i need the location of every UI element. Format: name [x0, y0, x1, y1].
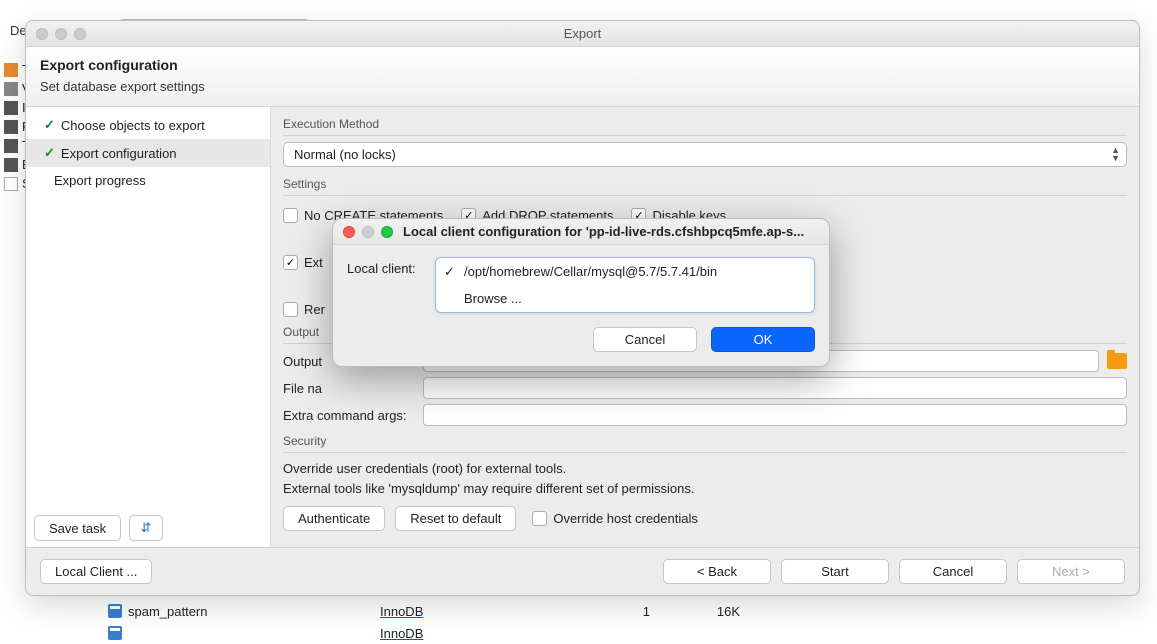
table-icon: [108, 604, 122, 618]
authenticate-button[interactable]: Authenticate: [283, 506, 385, 531]
check-label: Override host credentials: [553, 511, 698, 526]
popup-traffic-lights[interactable]: [343, 226, 393, 238]
header-title: Export configuration: [40, 57, 1125, 73]
exec-method-label: Execution Method: [283, 117, 1127, 131]
step-export-progress[interactable]: Export progress: [26, 167, 270, 194]
save-task-button[interactable]: Save task: [34, 515, 121, 541]
file-name-label: File na: [283, 381, 415, 396]
dropdown-option-selected[interactable]: /opt/homebrew/Cellar/mysql@5.7/5.7.41/bi…: [436, 258, 814, 285]
check-ext[interactable]: Ext: [283, 255, 323, 270]
security-label: Security: [283, 434, 1127, 448]
dropdown-option-browse[interactable]: Browse ...: [436, 285, 814, 312]
link-tasks-button[interactable]: ⇵: [129, 515, 163, 541]
updown-icon: ▲▼: [1111, 146, 1120, 162]
exec-method-value: Normal (no locks): [294, 147, 396, 162]
popup-ok-button[interactable]: OK: [711, 327, 815, 352]
local-client-label: Local client:: [347, 257, 427, 276]
dialog-footer: Local Client ... < Back Start Cancel Nex…: [26, 547, 1139, 595]
window-title: Export: [564, 26, 602, 41]
check-rer[interactable]: Rer: [283, 302, 325, 317]
reset-default-button[interactable]: Reset to default: [395, 506, 516, 531]
check-label: Rer: [304, 302, 325, 317]
dialog-header: Export configuration Set database export…: [26, 47, 1139, 107]
step-label: Export configuration: [61, 146, 177, 161]
check-label: Ext: [304, 255, 323, 270]
table-row[interactable]: InnoDB: [100, 622, 900, 644]
check-override-host[interactable]: Override host credentials: [532, 511, 698, 526]
header-subtitle: Set database export settings: [40, 79, 1125, 94]
titlebar: Export: [26, 21, 1139, 47]
zoom-icon[interactable]: [381, 226, 393, 238]
file-name-field[interactable]: [423, 377, 1127, 399]
traffic-lights[interactable]: [36, 28, 86, 40]
step-export-config[interactable]: ✓ Export configuration: [26, 139, 270, 167]
table-icon: [108, 626, 122, 640]
minimize-icon: [362, 226, 374, 238]
step-label: Export progress: [54, 173, 146, 188]
next-button: Next >: [1017, 559, 1125, 584]
background-table: spam_pattern InnoDB 1 16K InnoDB: [100, 600, 900, 644]
engine-link[interactable]: InnoDB: [380, 626, 423, 641]
start-button[interactable]: Start: [781, 559, 889, 584]
extra-args-label: Extra command args:: [283, 408, 415, 423]
popup-title: Local client configuration for 'pp-id-li…: [403, 224, 804, 239]
popup-titlebar: Local client configuration for 'pp-id-li…: [333, 219, 829, 245]
step-label: Choose objects to export: [61, 118, 205, 133]
close-icon[interactable]: [343, 226, 355, 238]
wizard-sidebar: ✓ Choose objects to export ✓ Export config…: [26, 107, 271, 547]
engine-link[interactable]: InnoDB: [380, 604, 423, 619]
check-icon: ✓: [44, 145, 55, 161]
table-row[interactable]: spam_pattern InnoDB 1 16K: [100, 600, 900, 622]
local-client-dropdown[interactable]: /opt/homebrew/Cellar/mysql@5.7/5.7.41/bi…: [435, 257, 815, 313]
folder-icon[interactable]: [1107, 353, 1127, 369]
settings-label: Settings: [283, 177, 1127, 191]
local-client-button[interactable]: Local Client ...: [40, 559, 152, 584]
popup-cancel-button[interactable]: Cancel: [593, 327, 697, 352]
table-name: spam_pattern: [128, 604, 208, 619]
local-client-popup: Local client configuration for 'pp-id-li…: [332, 218, 830, 367]
security-text: Override user credentials (root) for ext…: [283, 459, 1127, 498]
exec-method-select[interactable]: Normal (no locks) ▲▼: [283, 142, 1127, 167]
cancel-button[interactable]: Cancel: [899, 559, 1007, 584]
step-choose-objects[interactable]: ✓ Choose objects to export: [26, 111, 270, 139]
check-icon: ✓: [44, 117, 55, 133]
extra-args-field[interactable]: [423, 404, 1127, 426]
back-button[interactable]: < Back: [663, 559, 771, 584]
